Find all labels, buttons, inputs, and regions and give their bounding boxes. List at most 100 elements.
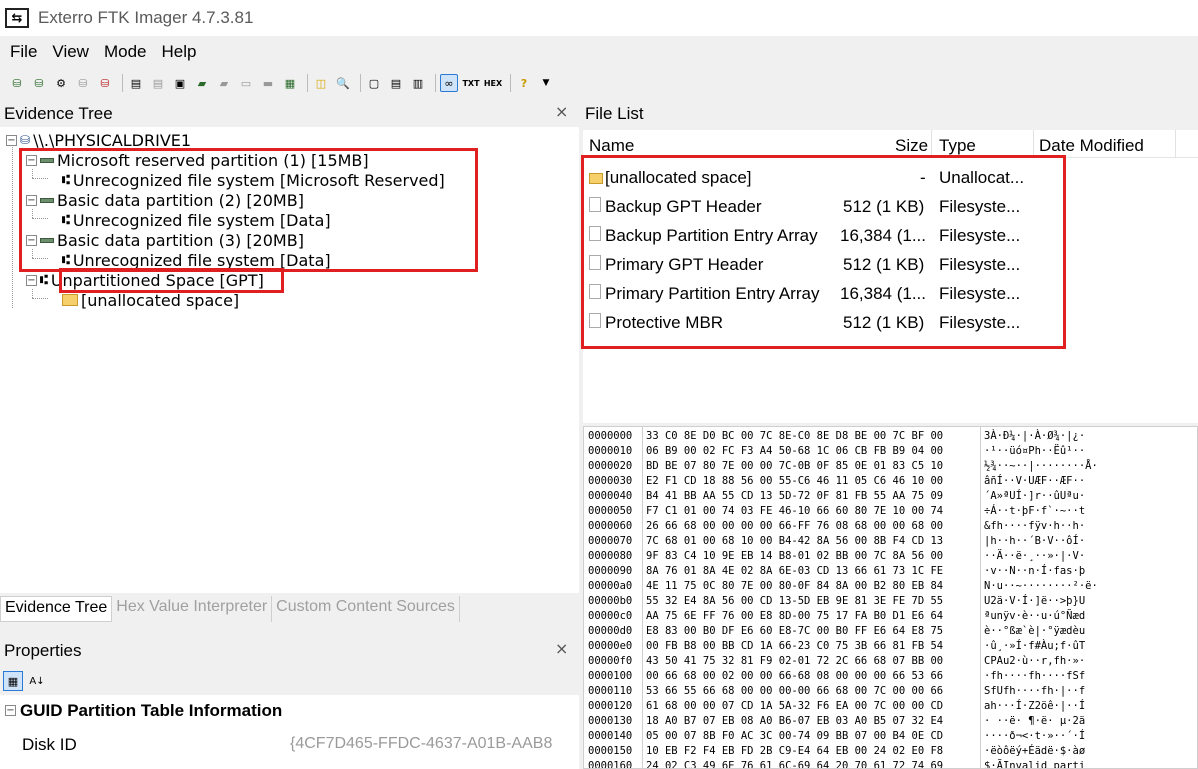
tree-item-label: [unallocated space] [81, 290, 240, 310]
column-name[interactable]: Name [589, 136, 634, 156]
hex-bytes[interactable]: 4E 11 75 0C 80 7E 00 80-0F 84 8A 00 B2 8… [646, 580, 943, 592]
collapse-icon[interactable]: − [5, 705, 16, 716]
column-size[interactable]: Size [895, 136, 928, 156]
hex-viewer[interactable]: 0000000 33 C0 8E D0 BC 00 7C 8E-C0 8E D8 … [583, 426, 1198, 769]
menu-file[interactable]: File [10, 42, 37, 62]
menu-help[interactable]: Help [161, 42, 196, 62]
hex-ascii[interactable]: SfUfh····fh·|··f [984, 685, 1085, 697]
hex-bytes[interactable]: 7C 68 01 00 68 10 00 B4-42 8A 56 00 8B F… [646, 535, 943, 547]
hex-ascii[interactable]: âñÍ··V·UÆF··ÆF·· [984, 475, 1085, 487]
hex-ascii[interactable]: ·û¸·»Í·f#Àu;f·ûT [984, 640, 1085, 652]
tree-item-physicaldrive[interactable]: − ⛁ \\.\PHYSICALDRIVE1 [6, 130, 191, 150]
remove-all-icon[interactable]: ⛁ [96, 74, 114, 92]
hex-bytes[interactable]: E2 F1 CD 18 88 56 00 55-C6 46 11 05 C6 4… [646, 475, 943, 487]
hex-bytes[interactable]: BD BE 07 80 7E 00 00 7C-0B 0F 85 0E 01 8… [646, 460, 943, 472]
help-icon[interactable]: ? [515, 74, 533, 92]
hex-bytes[interactable]: 00 66 68 00 02 00 00 66-68 08 00 00 00 6… [646, 670, 943, 682]
column-type[interactable]: Type [939, 136, 976, 156]
obtain-protected-files-icon[interactable]: ◫ [312, 74, 330, 92]
property-group-header: GUID Partition Table Information [20, 701, 283, 720]
hex-bytes[interactable]: 43 50 41 75 32 81 F9 02-01 72 2C 66 68 0… [646, 655, 943, 667]
hex-ascii[interactable]: ·v··N··n·Í·fas·þ [984, 565, 1085, 577]
tree-item-unallocated[interactable]: [unallocated space] [62, 290, 239, 310]
export-files-icon[interactable]: ▢ [365, 74, 383, 92]
verify-drive-icon[interactable]: ▬ [259, 74, 277, 92]
create-disk-image-icon[interactable]: ▤ [127, 74, 145, 92]
auto-view-icon[interactable]: ∞ [440, 74, 458, 92]
hex-bytes[interactable]: E8 83 00 B0 DF E6 60 E8-7C 00 B0 FF E6 6… [646, 625, 943, 637]
image-mounting-icon[interactable]: ⚙ [52, 74, 70, 92]
hex-bytes[interactable]: 61 68 00 00 07 CD 1A 5A-32 F6 EA 00 7C 0… [646, 700, 943, 712]
hex-ascii[interactable]: &fh····fÿv·h··h· [984, 520, 1085, 532]
hex-ascii[interactable]: 3À·Ð¼·|·À·Ø¾·|¿· [984, 430, 1085, 442]
properties-toolbar: ▦ A↓ [3, 671, 51, 691]
create-custom-content-icon[interactable]: ▰ [215, 74, 233, 92]
hex-ascii[interactable]: ½¾··~··|········Å· [984, 460, 1098, 472]
export-disk-image-icon[interactable]: ▤ [149, 74, 167, 92]
hex-ascii[interactable]: · ··ë· ¶·ë· µ·2ä [984, 715, 1085, 727]
sort-alphabetical-icon[interactable]: A↓ [27, 671, 47, 691]
tab-custom-content-sources[interactable]: Custom Content Sources [272, 596, 460, 622]
column-date-modified[interactable]: Date Modified [1039, 136, 1144, 156]
capture-memory-icon[interactable]: ▦ [281, 74, 299, 92]
menu-mode[interactable]: Mode [104, 42, 147, 62]
hex-bytes[interactable]: 00 FB B8 00 BB CD 1A 66-23 C0 75 3B 66 8… [646, 640, 943, 652]
hex-ascii[interactable]: ÷Á··t·þF·f`·~··t [984, 505, 1085, 517]
add-all-evidence-icon[interactable]: ⛁ [30, 74, 48, 92]
evidence-tree-title: Evidence Tree [4, 104, 113, 123]
export-logical-image-icon[interactable]: ▣ [171, 74, 189, 92]
hex-bytes[interactable]: 26 66 68 00 00 00 00 66-FF 76 08 68 00 0… [646, 520, 943, 532]
hex-bytes[interactable]: 10 EB F2 F4 EB FD 2B C9-E4 64 EB 00 24 0… [646, 745, 943, 757]
tab-hex-value-interpreter[interactable]: Hex Value Interpreter [112, 596, 273, 622]
hex-ascii[interactable]: ·ëòôëý+Éädë·$·àø [984, 745, 1085, 757]
hex-bytes[interactable]: B4 41 BB AA 55 CD 13 5D-72 0F 81 FB 55 A… [646, 490, 943, 502]
hex-ascii[interactable]: ·¹··üó¤Ph··Ëû¹·· [984, 445, 1085, 457]
hex-bytes[interactable]: 06 B9 00 02 FC F3 A4 50-68 1C 06 CB FB B… [646, 445, 943, 457]
decrypt-icon[interactable]: ▭ [237, 74, 255, 92]
hex-ascii[interactable]: U2ä·V·Í·]ë··>þ}U [984, 595, 1085, 607]
toolbar-separator [360, 74, 361, 92]
collapse-icon[interactable]: − [26, 274, 37, 286]
hex-ascii[interactable]: ··Ä··ë·¸··»·|·V· [984, 550, 1085, 562]
hex-ascii[interactable]: ·fh····fh····fSf [984, 670, 1085, 682]
menu-view[interactable]: View [52, 42, 89, 62]
hex-ascii[interactable]: N·u··~········²·ë· [984, 580, 1098, 592]
hex-bytes[interactable]: 9F 83 C4 10 9E EB 14 B8-01 02 BB 00 7C 8… [646, 550, 943, 562]
property-value-disk-id[interactable]: {4CF7D465-FFDC-4637-A01B-AAB8 [290, 735, 578, 753]
dropdown-icon[interactable]: ▼ [537, 74, 555, 92]
hex-view-icon[interactable]: HEX [484, 74, 502, 92]
hex-offset: 0000100 [588, 670, 633, 682]
hex-bytes[interactable]: 05 00 07 8B F0 AC 3C 00-74 09 BB 07 00 B… [646, 730, 943, 742]
hex-bytes[interactable]: 33 C0 8E D0 BC 00 7C 8E-C0 8E D8 BE 00 7… [646, 430, 943, 442]
hex-ascii[interactable]: è··°ßæ`è|·°ÿædèu [984, 625, 1085, 637]
hex-offset: 0000010 [588, 445, 633, 457]
hex-ascii[interactable]: |h··h··´B·V··ôÍ· [984, 535, 1085, 547]
hex-offset: 0000060 [588, 520, 633, 532]
add-to-custom-content-icon[interactable]: ▰ [193, 74, 211, 92]
hex-bytes[interactable]: 53 66 55 66 68 00 00 00-00 66 68 00 7C 0… [646, 685, 943, 697]
add-evidence-icon[interactable]: ⛁ [8, 74, 26, 92]
hex-ascii[interactable]: ····ð¬<·t·»··´·Í [984, 730, 1085, 742]
detect-encryption-icon[interactable]: 🔍 [334, 74, 352, 92]
export-directory-listing-icon[interactable]: ▥ [409, 74, 427, 92]
hex-ascii[interactable]: ah···Í·Z2öê·|··Í [984, 700, 1085, 712]
text-view-icon[interactable]: TXT [462, 74, 480, 92]
evidence-tree-close-icon[interactable]: × [555, 102, 568, 121]
tab-evidence-tree[interactable]: Evidence Tree [0, 596, 113, 622]
export-file-hash-icon[interactable]: ▤ [387, 74, 405, 92]
categorized-view-icon[interactable]: ▦ [3, 671, 23, 691]
collapse-icon[interactable]: − [6, 134, 17, 146]
hex-bytes[interactable]: AA 75 6E FF 76 00 E8 8D-00 75 17 FA B0 D… [646, 610, 943, 622]
hex-ascii[interactable]: $·ÃInvalid parti [984, 760, 1085, 768]
hex-ascii[interactable]: ªunÿv·è··u·ú°Ñæd [984, 610, 1085, 622]
hex-ascii[interactable]: ´A»ªUÍ·]r··ûUªu· [984, 490, 1085, 502]
hex-bytes[interactable]: F7 C1 01 00 74 03 FE 46-10 66 60 80 7E 1… [646, 505, 943, 517]
properties-close-icon[interactable]: × [555, 639, 568, 658]
remove-evidence-icon[interactable]: ⛁ [74, 74, 92, 92]
hex-bytes[interactable]: 18 A0 B7 07 EB 08 A0 B6-07 EB 03 A0 B5 0… [646, 715, 943, 727]
hex-bytes[interactable]: 8A 76 01 8A 4E 02 8A 6E-03 CD 13 66 61 7… [646, 565, 943, 577]
hex-bytes[interactable]: 55 32 E4 8A 56 00 CD 13-5D EB 9E 81 3E F… [646, 595, 943, 607]
filesystem-icon: ⑆ [40, 272, 48, 288]
hex-bytes[interactable]: 24 02 C3 49 6E 76 61 6C-69 64 20 70 61 7… [646, 760, 943, 768]
hex-ascii[interactable]: CPAu2·ù··r,fh·»· [984, 655, 1085, 667]
